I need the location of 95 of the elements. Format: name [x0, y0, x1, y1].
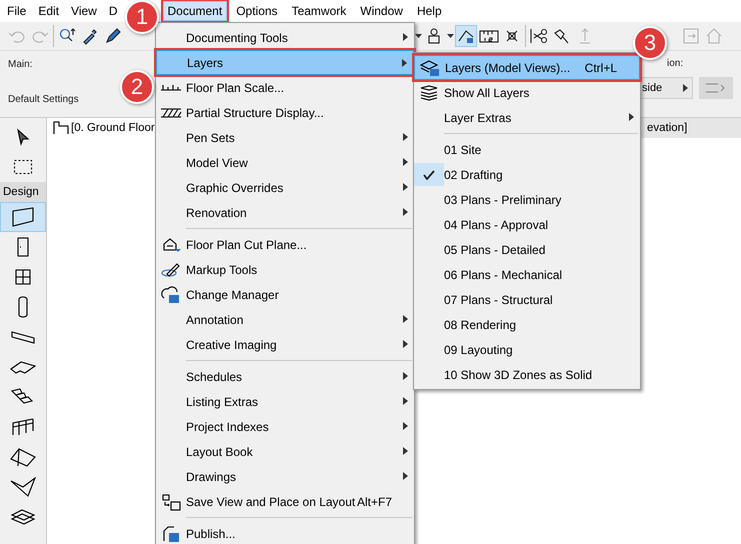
column-tool-icon — [17, 296, 29, 318]
marquee-icon — [13, 159, 33, 175]
menu-item[interactable]: Floor Plan Scale... — [156, 75, 414, 100]
menu-item[interactable]: Listing Extras — [156, 389, 414, 414]
menu-item[interactable]: 06 Plans - Mechanical — [414, 262, 640, 287]
submenu-arrow-icon — [402, 133, 408, 141]
menu-item[interactable]: Publish... — [156, 521, 414, 544]
field-label: ion: — [667, 58, 684, 69]
wand-icon — [553, 27, 571, 45]
menu-item[interactable]: 10 Show 3D Zones as Solid — [414, 362, 640, 387]
menu-bar-item[interactable]: View — [66, 1, 102, 21]
submenu-arrow-icon — [402, 208, 408, 216]
submenu-arrow-icon — [628, 113, 634, 121]
pen-icon — [104, 27, 122, 45]
slab-tool-icon — [10, 359, 36, 375]
menu-item[interactable]: 05 Plans - Detailed — [414, 237, 640, 262]
toolbox-section-header: Design — [0, 182, 46, 202]
door-tool-icon — [16, 236, 30, 258]
cut-plane-icon — [161, 236, 181, 254]
menu-item[interactable]: Layers (Model Views)... Ctrl+L — [414, 55, 640, 80]
frame-icon — [682, 27, 700, 45]
toolbar-button[interactable] — [455, 25, 477, 47]
menu-item[interactable]: Change Manager — [156, 282, 414, 307]
cross-icon — [504, 28, 520, 44]
menu-item[interactable]: Annotation — [156, 307, 414, 332]
arrow-pointer-icon — [15, 128, 31, 146]
menu-item[interactable]: Model View — [156, 150, 414, 175]
eyedropper-icon — [81, 27, 99, 45]
menu-item[interactable]: 07 Plans - Structural — [414, 287, 640, 312]
menu-item[interactable]: Creative Imaging — [156, 332, 414, 357]
submenu-arrow-icon — [402, 33, 408, 41]
save-view-icon — [161, 492, 181, 510]
menu-item[interactable]: 02 Drafting — [414, 162, 640, 187]
tool-button[interactable] — [0, 202, 46, 232]
menu-item[interactable]: 09 Layouting — [414, 337, 640, 362]
menu-item[interactable]: 08 Rendering — [414, 312, 640, 337]
submenu-arrow-icon — [402, 447, 408, 455]
menu-bar-item[interactable]: File — [2, 1, 32, 21]
menu-item[interactable]: Drawings — [156, 464, 414, 489]
hatch-icon — [160, 106, 182, 118]
railing-tool-icon — [11, 417, 35, 437]
menu-item[interactable]: 03 Plans - Preliminary — [414, 187, 640, 212]
wall-tool-icon — [11, 207, 35, 227]
layers-dialog-icon — [420, 58, 440, 76]
submenu-arrow-icon — [401, 59, 407, 67]
menu-bar-item[interactable]: Edit — [33, 1, 64, 21]
menu-item[interactable]: Save View and Place on LayoutAlt+F7 — [156, 489, 414, 514]
settings-label: Default Settings — [8, 94, 79, 105]
menu-bar-item[interactable]: D — [104, 1, 122, 21]
submenu-arrow-icon — [402, 158, 408, 166]
menu-bar-item[interactable]: Window — [355, 1, 408, 21]
menu-bar-item[interactable]: Teamwork — [286, 1, 352, 21]
menu-item[interactable]: Show All Layers — [414, 80, 640, 105]
menu-item[interactable]: Layers — [156, 50, 414, 75]
caret-icon — [446, 34, 454, 38]
submenu-arrow-icon — [402, 340, 408, 348]
beam-tool-icon — [11, 329, 35, 345]
swap-icon — [705, 81, 727, 95]
submenu-arrow-icon — [402, 397, 408, 405]
submenu-arrow-icon — [402, 472, 408, 480]
menu-item[interactable]: Floor Plan Cut Plane... — [156, 232, 414, 257]
menu-item[interactable]: Layout Book — [156, 439, 414, 464]
menu-item[interactable]: Project Indexes — [156, 414, 414, 439]
info-box-title: Main: — [8, 59, 34, 70]
menu-item[interactable]: Documenting Tools — [156, 25, 414, 50]
publish-icon — [161, 524, 181, 542]
submenu-arrow-icon — [402, 422, 408, 430]
home-icon — [705, 27, 723, 45]
caret-icon — [414, 34, 422, 38]
window-tool-icon — [14, 268, 32, 286]
change-manager-icon — [161, 286, 181, 304]
menu-bar-item[interactable]: Document — [162, 1, 228, 21]
view-tab[interactable]: evation] — [641, 118, 741, 138]
submenu-arrow-icon — [402, 183, 408, 191]
submenu-arrow-icon — [402, 315, 408, 323]
menu-item[interactable]: Layer Extras — [414, 105, 640, 130]
menu-bar-item[interactable]: Options — [231, 1, 283, 21]
ruler-icon — [479, 28, 499, 44]
layer-stack-icon — [419, 84, 439, 100]
roof-tool-icon — [10, 447, 36, 467]
markup-icon — [161, 262, 181, 278]
scissors-icon — [529, 27, 549, 45]
menu-item[interactable]: Schedules — [156, 364, 414, 389]
floor-plan-icon — [53, 121, 69, 135]
check-icon — [423, 170, 435, 180]
menu-bar-item[interactable]: Help — [412, 1, 447, 21]
menu-item[interactable]: Renovation — [156, 200, 414, 225]
caret-icon — [682, 84, 688, 92]
menu-item[interactable]: 04 Plans - Approval — [414, 212, 640, 237]
submenu-arrow-icon — [402, 372, 408, 380]
menu-item[interactable]: Graphic Overrides — [156, 175, 414, 200]
mesh-tool-icon — [10, 507, 36, 527]
shell-tool-icon — [10, 477, 36, 497]
menu-item[interactable]: 01 Site — [414, 137, 640, 162]
menu-item[interactable]: Markup Tools — [156, 257, 414, 282]
